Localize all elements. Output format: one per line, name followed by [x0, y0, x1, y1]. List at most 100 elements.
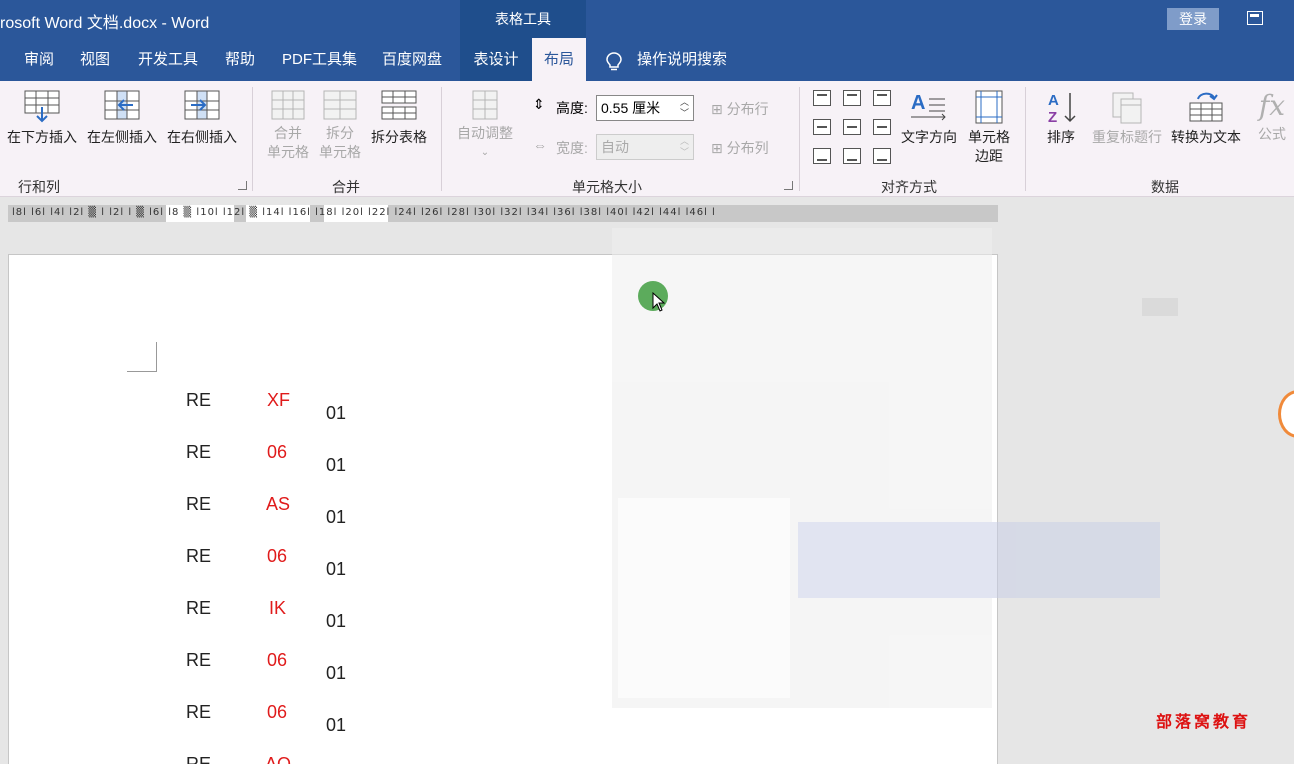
column-width-input[interactable]: 自动 ︿ ﹀	[596, 134, 694, 160]
document-title: rosoft Word 文档.docx - Word	[0, 15, 210, 32]
column-width-up-icon[interactable]: ︿	[680, 137, 689, 146]
tab-help[interactable]: 帮助	[225, 38, 255, 81]
repeat-header-rows-button[interactable]: 重复标题行	[1088, 89, 1166, 147]
merge-cells-icon	[271, 90, 305, 120]
text-direction-button[interactable]: A 文字方向	[898, 89, 960, 147]
table-cell[interactable]: RE	[186, 753, 211, 764]
login-button[interactable]: 登录	[1167, 8, 1219, 30]
align-top-left-button[interactable]	[813, 90, 831, 106]
tab-review[interactable]: 审阅	[24, 38, 54, 81]
table-cell[interactable]: 06	[267, 701, 287, 723]
ribbon-display-options-icon[interactable]	[1247, 11, 1263, 25]
split-table-icon	[381, 90, 417, 120]
table-cell[interactable]: 06	[267, 441, 287, 463]
align-top-right-button[interactable]	[873, 90, 891, 106]
align-middle-right-button[interactable]	[873, 119, 891, 135]
table-cell[interactable]: 01	[326, 558, 346, 580]
row-height-input[interactable]: 0.55 厘米 ︿ ﹀	[596, 95, 694, 121]
align-top-center-button[interactable]	[843, 90, 861, 106]
column-width-down-icon[interactable]: ﹀	[680, 148, 689, 157]
row-height-up-icon[interactable]: ︿	[680, 98, 689, 107]
width-label: 宽度:	[556, 140, 588, 156]
merge-cells-button[interactable]: 合并 单元格	[264, 89, 312, 162]
group-separator	[1025, 87, 1026, 191]
split-cells-label-1: 拆分	[326, 125, 354, 141]
distribute-columns-button[interactable]: ⊞ 分布列	[711, 138, 769, 158]
sort-button[interactable]: A Z 排序	[1040, 89, 1082, 147]
table-cell[interactable]: RE	[186, 701, 211, 723]
tab-view[interactable]: 视图	[80, 38, 110, 81]
table-cell[interactable]: RE	[186, 545, 211, 567]
convert-to-text-label: 转换为文本	[1171, 129, 1241, 145]
sort-label: 排序	[1047, 129, 1075, 145]
split-cells-label-2: 单元格	[319, 144, 361, 160]
insert-left-label: 在左侧插入	[87, 129, 157, 145]
group-separator	[799, 87, 800, 191]
column-width-value: 自动	[601, 139, 629, 155]
mouse-pointer-icon	[652, 292, 666, 312]
table-cell[interactable]: RE	[186, 389, 211, 411]
watermark-logo: 部落窝教育	[1156, 712, 1252, 731]
autofit-label: 自动调整	[457, 125, 513, 141]
insert-below-button[interactable]: 在下方插入	[4, 89, 80, 147]
align-bottom-left-button[interactable]	[813, 148, 831, 164]
group-label-rows-cols: 行和列	[18, 179, 60, 195]
align-middle-left-button[interactable]	[813, 119, 831, 135]
floating-assistant-icon[interactable]	[1278, 390, 1294, 438]
tab-baidu-netdisk[interactable]: 百度网盘	[382, 38, 442, 81]
insert-right-button[interactable]: 在右侧插入	[164, 89, 240, 147]
rows-cols-dialog-launcher[interactable]	[238, 181, 247, 190]
tab-table-design[interactable]: 表设计	[460, 38, 532, 81]
tab-developer[interactable]: 开发工具	[138, 38, 198, 81]
margin-corner-mark	[127, 342, 157, 372]
height-label: 高度:	[556, 100, 588, 116]
group-label-data: 数据	[1151, 179, 1179, 195]
table-cell[interactable]: 01	[326, 714, 346, 736]
table-cell[interactable]: 01	[326, 662, 346, 684]
tab-pdf-tools[interactable]: PDF工具集	[282, 38, 357, 81]
split-cells-button[interactable]: 拆分 单元格	[316, 89, 364, 162]
cell-margins-label-2: 边距	[975, 148, 1003, 164]
ruler-ticks: l8l l6l l4l l2l ▒ l l2l l ▒ l6l l8 ▒ l10…	[12, 207, 716, 218]
autofit-button[interactable]: 自动调整 ⌄	[452, 89, 518, 162]
tab-layout[interactable]: 布局	[532, 38, 586, 81]
align-bottom-center-button[interactable]	[843, 148, 861, 164]
table-cell[interactable]: AS	[266, 493, 290, 515]
table-cell[interactable]: 01	[326, 506, 346, 528]
table-cell[interactable]: RE	[186, 441, 211, 463]
table-cell[interactable]: IK	[269, 597, 286, 619]
table-cell[interactable]: AQ	[265, 753, 291, 764]
formula-button[interactable]: fx 公式	[1252, 89, 1292, 144]
svg-text:A: A	[911, 92, 925, 114]
table-cell[interactable]: 06	[267, 649, 287, 671]
align-middle-center-button[interactable]	[843, 119, 861, 135]
insert-below-label: 在下方插入	[7, 129, 77, 145]
table-cell[interactable]: RE	[186, 493, 211, 515]
table-cell[interactable]: RE	[186, 649, 211, 671]
convert-to-text-button[interactable]: 转换为文本	[1168, 89, 1244, 147]
table-cell[interactable]: 01	[326, 402, 346, 424]
repeat-header-icon	[1112, 92, 1142, 124]
group-separator	[441, 87, 442, 191]
text-direction-label: 文字方向	[901, 129, 957, 145]
column-width-icon: ⇔	[533, 137, 547, 153]
split-cells-icon	[323, 90, 357, 120]
tell-me-search[interactable]: 操作说明搜索	[637, 38, 727, 81]
table-cell[interactable]: 01	[326, 610, 346, 632]
repeat-header-label: 重复标题行	[1092, 129, 1162, 145]
row-height-down-icon[interactable]: ﹀	[680, 109, 689, 118]
table-cell[interactable]: 06	[267, 545, 287, 567]
insert-left-button[interactable]: 在左侧插入	[84, 89, 160, 147]
align-bottom-right-button[interactable]	[873, 148, 891, 164]
split-table-button[interactable]: 拆分表格	[368, 89, 430, 147]
table-cell[interactable]: 01	[326, 454, 346, 476]
table-tools-context-label: 表格工具	[460, 0, 586, 38]
text-direction-icon: A	[911, 92, 946, 121]
table-cell[interactable]: XF	[267, 389, 290, 411]
table-cell[interactable]: RE	[186, 597, 211, 619]
distribute-rows-button[interactable]: ⊞ 分布行	[711, 99, 769, 119]
group-label-merge: 合并	[332, 179, 360, 195]
horizontal-ruler[interactable]: l8l l6l l4l l2l ▒ l l2l l ▒ l6l l8 ▒ l10…	[8, 205, 998, 222]
cell-size-dialog-launcher[interactable]	[784, 181, 793, 190]
cell-margins-button[interactable]: 单元格 边距	[962, 89, 1016, 166]
